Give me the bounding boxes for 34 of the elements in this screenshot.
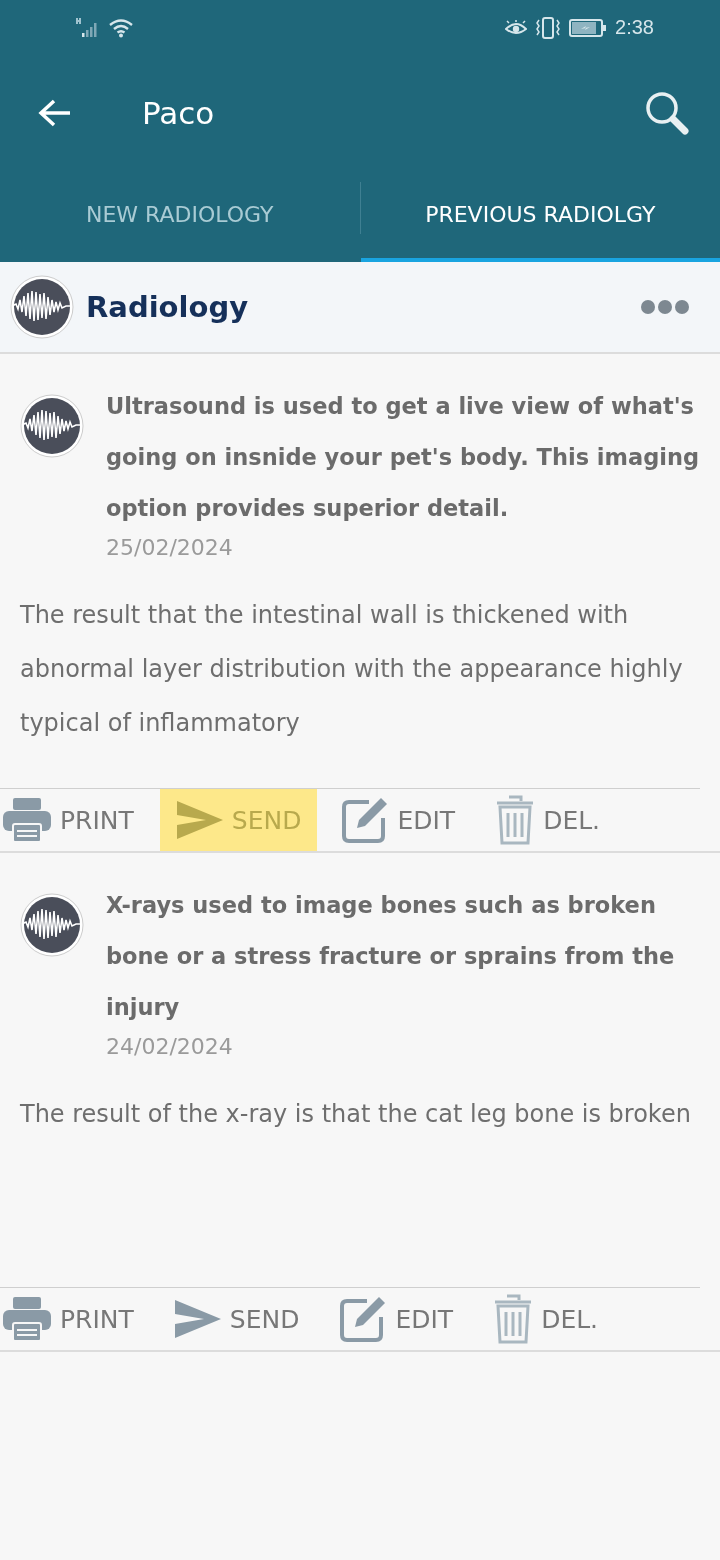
vibrate-icon: [535, 16, 562, 39]
back-button[interactable]: [38, 97, 72, 128]
wifi-icon: [108, 17, 134, 38]
search-button[interactable]: [644, 89, 690, 136]
status-time: 2:38: [615, 16, 654, 39]
section-title: Radiology: [86, 290, 250, 324]
delete-button[interactable]: DEL.: [491, 1288, 615, 1350]
signal-icon: [76, 17, 100, 38]
edit-button[interactable]: EDIT: [339, 789, 472, 851]
trash-icon: [493, 1294, 534, 1344]
edit-icon: [339, 1295, 388, 1343]
screen-title: Paco: [142, 94, 216, 131]
send-icon: [175, 800, 224, 840]
send-icon: [173, 1299, 222, 1339]
record-result: The result of the x-ray is that the cat leg bone is broken: [19, 1099, 692, 1130]
send-button[interactable]: SEND: [171, 1288, 316, 1350]
waveform-icon: [20, 893, 84, 957]
print-button[interactable]: PRINT: [0, 789, 150, 851]
trash-icon: [495, 795, 536, 845]
record-result: The result that the intestinal wall is thickened with abnormal layer distribution with the appearance highly typical of inflammatory: [19, 600, 684, 739]
print-button[interactable]: PRINT: [0, 1288, 150, 1350]
waveform-icon: [20, 394, 84, 458]
record-title: X-rays used to image bones such as broken bone or a stress fracture or sprains from the injury: [106, 891, 676, 1022]
record-date: 25/02/2024: [106, 534, 234, 562]
edit-button[interactable]: EDIT: [337, 1288, 470, 1350]
delete-button[interactable]: DEL.: [493, 789, 617, 851]
edit-icon: [341, 796, 390, 844]
tab[interactable]: NEW RADIOLOGY: [0, 170, 360, 262]
record-title: Ultrasound is used to get a live view of what's going on insnide your pet's body. This imaging option provides superior detail.: [106, 392, 700, 523]
more-button[interactable]: [640, 299, 690, 315]
waveform-icon: [10, 275, 74, 339]
battery-icon: [569, 17, 608, 38]
eye-icon: [505, 19, 528, 36]
record-date: 24/02/2024: [106, 1033, 234, 1061]
